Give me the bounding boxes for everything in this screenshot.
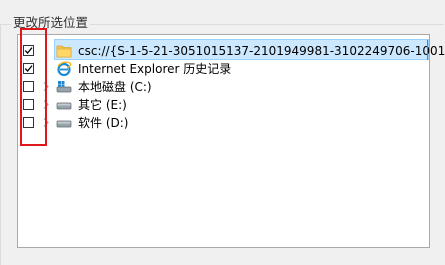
text-cursor-divider [427,40,428,60]
tree-item-label: 软件 (D:) [78,116,129,130]
windows-drive-icon [56,79,72,95]
drive-icon [56,97,72,113]
location-tree[interactable]: csc://{S-1-5-21-3051015137-2101949981-31… [17,34,445,248]
tree-item-label: 其它 (E:) [78,98,127,112]
tree-item-drive-c[interactable]: 本地磁盘 (C:) [18,78,429,96]
checkbox-unchecked[interactable] [23,81,34,92]
checkbox-checked[interactable] [23,45,34,56]
folder-icon [56,43,72,59]
group-title: 更改所选位置 [11,14,91,32]
tree-item-ie-history[interactable]: Internet Explorer 历史记录 [18,60,429,78]
tree-item-csc[interactable]: csc://{S-1-5-21-3051015137-2101949981-31… [18,39,445,60]
internet-explorer-icon [56,61,72,77]
chevron-right-icon[interactable] [42,117,50,128]
chevron-right-icon[interactable] [42,99,50,110]
drive-icon [56,115,72,131]
checkbox-checked[interactable] [23,63,34,74]
tree-item-label: Internet Explorer 历史记录 [78,62,232,76]
chevron-right-icon[interactable] [42,81,50,92]
tree-item-drive-e[interactable]: 其它 (E:) [18,96,429,114]
checkbox-unchecked[interactable] [23,117,34,128]
checkbox-unchecked[interactable] [23,99,34,110]
tree-item-label: csc://{S-1-5-21-3051015137-2101949981-31… [78,44,445,58]
tree-item-label: 本地磁盘 (C:) [78,80,152,94]
tree-item-drive-d[interactable]: 软件 (D:) [18,114,429,132]
